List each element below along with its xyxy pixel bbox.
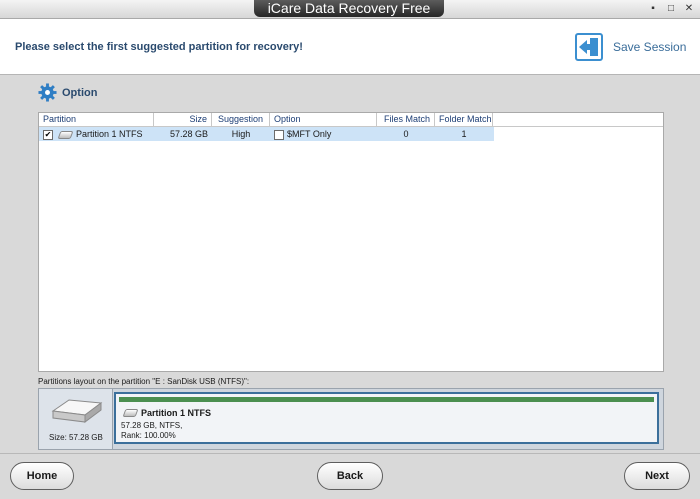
partition-block-rank: Rank: 100.00%: [121, 431, 176, 440]
partition-block-title: Partition 1 NTFS: [121, 408, 211, 418]
table-row[interactable]: ✔ Partition 1 NTFS 57.28 GB High $MFT Onl…: [39, 127, 494, 141]
close-icon[interactable]: ✕: [684, 3, 694, 15]
column-header-option[interactable]: Option: [270, 113, 377, 126]
partition-table: Partition Size Suggestion Option Files M…: [38, 112, 664, 372]
save-session-icon: [575, 33, 603, 61]
partition-layout-panel: Size: 57.28 GB Partition 1 NTFS 57.28 GB…: [38, 388, 664, 450]
window-title: iCare Data Recovery Free: [254, 0, 444, 17]
footer: Home Back Next: [0, 453, 700, 499]
back-button[interactable]: Back: [317, 462, 383, 490]
option-cell: $MFT Only: [270, 127, 377, 141]
header: Please select the first suggested partit…: [0, 19, 700, 75]
column-header-size[interactable]: Size: [154, 113, 212, 126]
disk-size: Size: 57.28 GB: [49, 433, 103, 442]
folder-match-cell: 1: [461, 129, 467, 139]
page-prompt: Please select the first suggested partit…: [15, 41, 303, 53]
hard-drive-icon: [51, 399, 103, 423]
option-button[interactable]: Option: [38, 83, 97, 102]
partition-usage-bar: [119, 397, 654, 402]
partition-block-name: Partition 1 NTFS: [141, 408, 212, 418]
size-cell: 57.28 GB: [169, 129, 208, 139]
minimize-icon[interactable]: ▪: [648, 3, 658, 15]
save-session-button[interactable]: Save Session: [575, 33, 686, 61]
drive-icon: [122, 409, 139, 417]
next-button[interactable]: Next: [624, 462, 690, 490]
disk-panel: Size: 57.28 GB: [39, 389, 113, 449]
column-header-partition[interactable]: Partition: [39, 113, 154, 126]
partition-layout-label: Partitions layout on the partition "E : …: [38, 377, 250, 386]
mft-only-label: $MFT Only: [287, 129, 332, 139]
table-header: Partition Size Suggestion Option Files M…: [39, 113, 663, 127]
mft-only-checkbox[interactable]: [274, 129, 284, 140]
partition-name: Partition 1 NTFS: [76, 129, 143, 139]
column-header-folder-match[interactable]: Folder Match: [435, 113, 493, 126]
partition-cell: ✔ Partition 1 NTFS: [39, 127, 154, 141]
save-session-label: Save Session: [613, 40, 687, 54]
window-controls: ▪ □ ✕: [648, 3, 694, 15]
partition-block[interactable]: Partition 1 NTFS 57.28 GB, NTFS, Rank: 1…: [114, 392, 659, 444]
main-panel: Option Partition Size Suggestion Option …: [0, 75, 700, 453]
home-button[interactable]: Home: [10, 462, 74, 490]
partition-checkbox[interactable]: ✔: [43, 129, 53, 140]
suggestion-cell: High: [231, 129, 251, 139]
partition-block-size: 57.28 GB, NTFS,: [121, 421, 183, 430]
gear-icon: [38, 83, 57, 102]
option-label: Option: [62, 86, 98, 99]
drive-icon: [57, 130, 74, 139]
partition-block-details: 57.28 GB, NTFS, Rank: 100.00%: [121, 421, 182, 441]
title-bar: iCare Data Recovery Free ▪ □ ✕: [0, 0, 700, 19]
column-header-files-match[interactable]: Files Match: [377, 113, 435, 126]
files-match-cell: 0: [403, 129, 409, 139]
maximize-icon[interactable]: □: [666, 3, 676, 15]
column-header-suggestion[interactable]: Suggestion: [212, 113, 270, 126]
